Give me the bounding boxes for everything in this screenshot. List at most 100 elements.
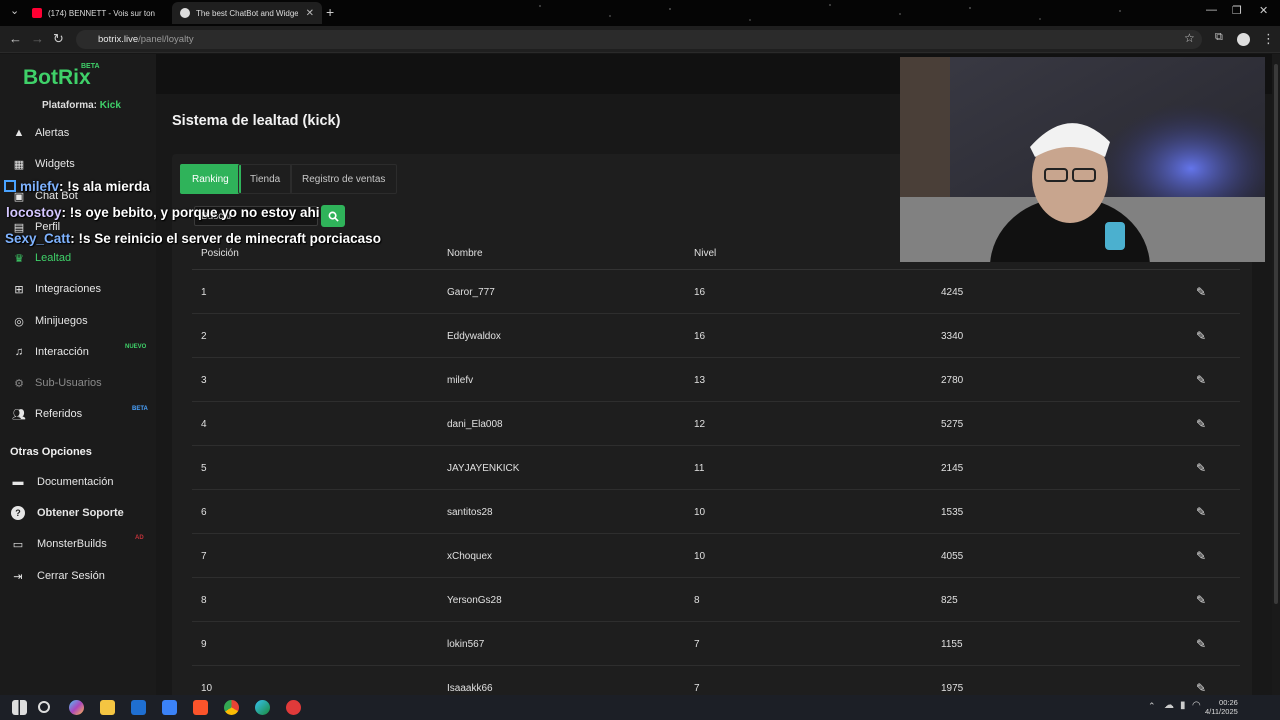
extensions-icon[interactable]: ⧉ (1215, 31, 1223, 44)
bookmark-star-icon[interactable]: ☆ (1184, 31, 1195, 45)
sidebar-item-interaccion[interactable]: ♫ Interacción NUEVO (0, 340, 156, 364)
level-cell: 12 (694, 419, 706, 430)
obs-icon[interactable] (286, 700, 301, 715)
streamer-webcam-overlay (900, 57, 1265, 262)
mail-icon[interactable] (162, 700, 177, 715)
back-icon[interactable]: ← (9, 31, 22, 46)
points-cell: 4245 (941, 287, 964, 298)
table-row: 1 Garor_777 16 4245 ✎ (192, 270, 1240, 314)
chat-message: locostoy: !s oye bebito, y porque yo no … (6, 205, 320, 223)
sidebar-item-documentacion[interactable]: ▬ Documentación (0, 470, 156, 494)
tray-chevron-icon[interactable]: ⌃ (1148, 701, 1156, 712)
sidebar-item-widgets[interactable]: ▦ Widgets (0, 152, 156, 176)
edit-pencil-icon[interactable]: ✎ (1194, 549, 1208, 563)
sidebar-item-alertas[interactable]: ▲ Alertas (0, 121, 156, 145)
sidebar-item-sub-usuarios[interactable]: ⚙ Sub-Usuarios (0, 371, 156, 395)
edit-pencil-icon[interactable]: ✎ (1194, 285, 1208, 299)
chrome-icon[interactable] (224, 700, 239, 715)
botrix-favicon-icon (180, 8, 190, 18)
network-icon[interactable]: ☁ (1164, 700, 1174, 711)
brave-icon[interactable] (193, 700, 208, 715)
name-cell: xChoquex (447, 551, 493, 562)
rank-cell: 8 (201, 595, 207, 606)
sidebar-item-referidos[interactable]: 👥︎ Referidos BETA (0, 402, 156, 426)
clock-date: 4/11/2025 (1205, 707, 1238, 716)
close-tab-icon[interactable]: ✕ (306, 8, 314, 19)
column-header-nivel[interactable]: Nivel (694, 248, 716, 259)
sidebar-item-label: Alertas (35, 127, 70, 139)
copilot-icon[interactable] (69, 700, 84, 715)
url-field[interactable]: botrix.live/panel/loyalty (76, 30, 1202, 49)
music-icon: ♫ (14, 346, 24, 358)
edge-icon[interactable] (255, 700, 270, 715)
sidebar-item-lealtad[interactable]: ♛ Lealtad (0, 246, 156, 270)
question-icon: ? (11, 506, 25, 520)
windows-start-icon[interactable] (12, 700, 27, 715)
close-window-icon[interactable]: ✕ (1259, 4, 1268, 17)
points-cell: 1155 (941, 639, 963, 650)
edit-pencil-icon[interactable]: ✎ (1194, 373, 1208, 387)
name-cell: Isaaakk66 (447, 683, 493, 694)
sidebar-item-monsterbuilds[interactable]: ▭ MonsterBuilds AD (0, 532, 156, 556)
profile-avatar[interactable] (1237, 33, 1250, 46)
minimize-icon[interactable]: — (1206, 4, 1217, 16)
store-icon[interactable] (131, 700, 146, 715)
name-cell: Garor_777 (447, 287, 495, 298)
sidebar-item-label: Obtener Soporte (37, 507, 124, 519)
table-row: 3 milefv 13 2780 ✎ (192, 358, 1240, 402)
sidebar-item-label: Interacción (35, 346, 89, 358)
edit-pencil-icon[interactable]: ✎ (1194, 329, 1208, 343)
browser-tab-youtube[interactable]: (174) BENNETT - Vois sur ton c (24, 2, 174, 24)
scrollbar-thumb[interactable] (1274, 64, 1278, 604)
level-cell: 7 (694, 639, 700, 650)
youtube-icon (32, 8, 42, 18)
sidebar-item-label: Minijuegos (35, 315, 88, 327)
battery-icon[interactable]: ▮ (1180, 700, 1186, 711)
forward-icon[interactable]: → (31, 31, 44, 46)
new-tab-icon[interactable]: + (326, 4, 334, 20)
column-header-posicion[interactable]: Posición (201, 248, 239, 259)
tab-registro-de-ventas[interactable]: Registro de ventas (290, 164, 398, 194)
edit-pencil-icon[interactable]: ✎ (1194, 461, 1208, 475)
reload-icon[interactable]: ↻ (53, 31, 64, 47)
points-cell: 3340 (941, 331, 964, 342)
column-header-nombre[interactable]: Nombre (447, 248, 483, 259)
file-explorer-icon[interactable] (100, 700, 115, 715)
address-bar: ← → ↻ botrix.live/panel/loyalty ☆ ⧉ ⋮ (0, 26, 1280, 53)
table-row: 8 YersonGs28 8 825 ✎ (192, 578, 1240, 622)
search-button[interactable] (321, 205, 345, 227)
points-cell: 4055 (941, 551, 964, 562)
sidebar-item-label: Referidos (35, 408, 83, 420)
maximize-icon[interactable]: ❐ (1232, 4, 1242, 17)
edit-pencil-icon[interactable]: ✎ (1194, 593, 1208, 607)
system-clock[interactable]: 00:26 4/11/2025 (1205, 698, 1238, 716)
level-cell: 7 (694, 683, 700, 694)
clock-time: 00:26 (1219, 698, 1238, 707)
name-cell: JAYJAYENKICK (447, 463, 520, 474)
sidebar-item-obtener-soporte[interactable]: ? Obtener Soporte (0, 501, 156, 525)
table-row: 2 Eddywaldox 16 3340 ✎ (192, 314, 1240, 358)
edit-pencil-icon[interactable]: ✎ (1194, 505, 1208, 519)
browser-tab-botrix[interactable]: The best ChatBot and Widgets ✕ (172, 2, 322, 24)
edit-pencil-icon[interactable]: ✎ (1194, 637, 1208, 651)
tab-tienda[interactable]: Tienda (238, 164, 293, 194)
tab-ranking[interactable]: Ranking (180, 164, 241, 194)
sidebar-item-cerrar-sesion[interactable]: ⇥ Cerrar Sesión (0, 564, 156, 588)
tab-list-icon[interactable]: ⌄ (10, 4, 19, 17)
search-icon[interactable] (38, 701, 50, 713)
name-cell: Eddywaldox (447, 331, 501, 342)
name-cell: lokin567 (447, 639, 485, 650)
warning-icon: ▲ (13, 127, 25, 139)
wifi-icon[interactable]: ◠ (1192, 700, 1201, 711)
sidebar-item-minijuegos[interactable]: ◎ Minijuegos (0, 309, 156, 333)
tab-title: The best ChatBot and Widgets (196, 8, 298, 18)
rank-cell: 3 (201, 375, 207, 386)
edit-pencil-icon[interactable]: ✎ (1194, 417, 1208, 431)
rank-cell: 10 (201, 683, 213, 694)
rank-cell: 6 (201, 507, 207, 518)
browser-menu-icon[interactable]: ⋮ (1262, 31, 1275, 47)
points-cell: 1975 (941, 683, 964, 694)
level-cell: 16 (694, 331, 706, 342)
edit-pencil-icon[interactable]: ✎ (1194, 681, 1208, 695)
sidebar-item-integraciones[interactable]: ⊞ Integraciones (0, 277, 156, 301)
